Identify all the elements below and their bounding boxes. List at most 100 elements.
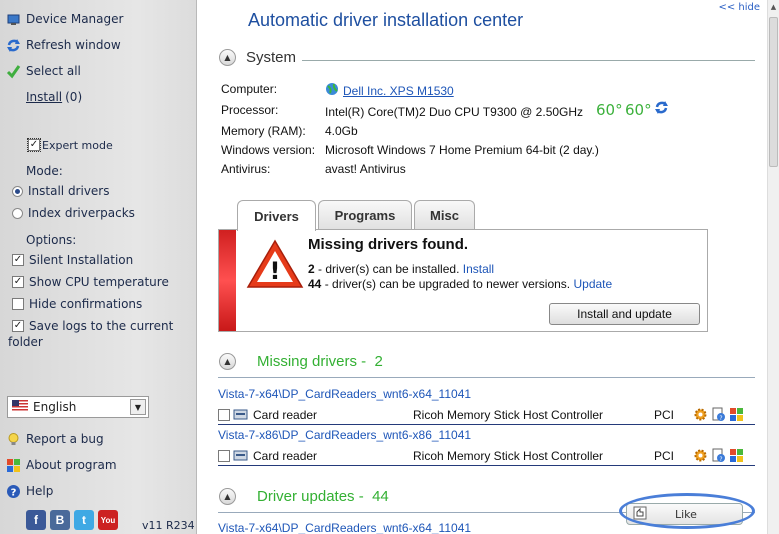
alert-title: Missing drivers found. xyxy=(308,236,469,253)
windows-logo-icon[interactable] xyxy=(729,407,744,422)
svg-text:!: ! xyxy=(270,257,281,285)
mode-install-radio[interactable]: Install drivers xyxy=(12,181,110,201)
opt-cpu-temp-label: Show CPU temperature xyxy=(29,275,169,289)
us-flag-icon xyxy=(12,400,28,414)
dropdown-arrow-icon[interactable]: ▼ xyxy=(130,399,146,415)
update-link-inline[interactable]: Update xyxy=(573,277,612,291)
like-button[interactable]: Like xyxy=(626,503,743,525)
vk-icon[interactable]: B xyxy=(50,510,70,530)
scrollbar[interactable]: ▲ xyxy=(767,0,779,534)
system-collapse-button[interactable]: ▲ xyxy=(219,49,236,66)
update-count-value: 44 xyxy=(308,277,322,291)
computer-value-link[interactable]: Dell Inc. XPS M1530 xyxy=(343,84,454,98)
like-thumb-icon xyxy=(633,506,647,523)
update-text: - driver(s) can be upgraded to newer ver… xyxy=(321,277,574,291)
opt-hide-conf-check[interactable] xyxy=(12,298,24,310)
scrollbar-thumb[interactable] xyxy=(769,17,778,167)
info-doc-icon[interactable]: ? xyxy=(711,448,726,463)
expert-mode-checkbox[interactable]: ✓ Expert mode xyxy=(27,135,113,155)
refresh-temp-icon[interactable] xyxy=(654,100,669,118)
install-and-update-button[interactable]: Install and update xyxy=(549,303,700,325)
opt-silent-check[interactable]: ✓ xyxy=(12,254,24,266)
tab-drivers[interactable]: Drivers xyxy=(237,200,316,231)
select-all-link[interactable]: Select all xyxy=(6,61,81,81)
tab-programs[interactable]: Programs xyxy=(318,200,412,230)
driver-path-link[interactable]: Vista-7-x64\DP_CardReaders_wnt6-x64_1104… xyxy=(218,387,471,401)
windows-logo-icon xyxy=(6,458,21,473)
driver-bus: PCI xyxy=(654,449,675,463)
alert-line-install: 2 - driver(s) can be installed. Install xyxy=(308,262,494,276)
report-bug-link[interactable]: Report a bug xyxy=(6,429,104,449)
gear-icon[interactable] xyxy=(693,407,708,422)
mode-label: Mode: xyxy=(26,164,63,178)
card-reader-icon xyxy=(233,449,248,465)
info-doc-icon[interactable]: ? xyxy=(711,407,726,422)
main-panel: Automatic driver installation center << … xyxy=(198,0,767,534)
updates-collapse-button[interactable]: ▲ xyxy=(219,488,236,505)
missing-heading: Missing drivers - 2 xyxy=(257,353,383,370)
refresh-window-label: Refresh window xyxy=(26,38,121,52)
driver-device: Ricoh Memory Stick Host Controller xyxy=(413,408,604,422)
opt-save-logs-check[interactable]: ✓ xyxy=(12,320,24,332)
windows-value: Microsoft Windows 7 Home Premium 64-bit … xyxy=(325,143,599,157)
device-manager-link[interactable]: Device Manager xyxy=(6,9,123,29)
expert-mode-label: Expert mode xyxy=(42,138,113,152)
checkmark-icon xyxy=(6,64,21,79)
driver-type: Card reader xyxy=(253,408,318,422)
processor-label: Processor: xyxy=(221,103,279,117)
youtube-icon[interactable]: You xyxy=(98,510,118,530)
computer-value-row: Dell Inc. XPS M1530 xyxy=(325,82,454,99)
opt-save-logs-checkbox[interactable]: ✓ Save logs to the current xyxy=(12,316,173,336)
driver-path-link[interactable]: Vista-7-x64\DP_CardReaders_wnt6-x64_1104… xyxy=(218,521,471,534)
opt-cpu-temp-check[interactable]: ✓ xyxy=(12,276,24,288)
driver-row-checkbox[interactable] xyxy=(218,409,230,421)
opt-hide-conf-checkbox[interactable]: Hide confirmations xyxy=(12,294,142,314)
radio-selected[interactable] xyxy=(12,185,23,197)
svg-text:?: ? xyxy=(11,487,17,498)
page-title: Automatic driver installation center xyxy=(248,10,524,30)
install-link-inline[interactable]: Install xyxy=(463,262,494,276)
gear-icon[interactable] xyxy=(693,448,708,463)
antivirus-label: Antivirus: xyxy=(221,162,271,176)
options-label: Options: xyxy=(26,233,77,247)
memory-label: Memory (RAM): xyxy=(221,124,306,138)
processor-value: Intel(R) Core(TM)2 Duo CPU T9300 @ 2.50G… xyxy=(325,105,584,119)
version-label: v11 R234 xyxy=(142,519,195,532)
like-label: Like xyxy=(675,507,697,521)
about-link[interactable]: About program xyxy=(6,455,117,475)
install-link[interactable]: Install (0) xyxy=(26,87,82,107)
driver-path-link[interactable]: Vista-7-x86\DP_CardReaders_wnt6-x86_1104… xyxy=(218,428,471,442)
tab-misc[interactable]: Misc xyxy=(414,200,475,230)
opt-silent-checkbox[interactable]: ✓ Silent Installation xyxy=(12,250,133,270)
mode-index-label: Index driverpacks xyxy=(28,206,135,220)
opt-cpu-temp-checkbox[interactable]: ✓ Show CPU temperature xyxy=(12,272,169,292)
opt-save-logs-label-cont: folder xyxy=(8,335,43,349)
memory-value: 4.0Gb xyxy=(325,124,358,138)
svg-text:?: ? xyxy=(719,456,722,463)
mode-index-radio[interactable]: Index driverpacks xyxy=(12,203,135,223)
driver-row-checkbox[interactable] xyxy=(218,450,230,462)
twitter-icon[interactable]: t xyxy=(74,510,94,530)
missing-heading-text: Missing drivers - xyxy=(257,353,367,370)
refresh-window-link[interactable]: Refresh window xyxy=(6,35,121,55)
expert-mode-check[interactable]: ✓ xyxy=(27,138,41,152)
hide-link[interactable]: << hide xyxy=(718,2,760,13)
radio-unselected[interactable] xyxy=(12,207,23,219)
help-link[interactable]: ? Help xyxy=(6,481,53,501)
cpu-temp-1: 60° xyxy=(596,101,623,119)
install-text: - driver(s) can be installed. xyxy=(314,262,463,276)
driver-device: Ricoh Memory Stick Host Controller xyxy=(413,449,604,463)
report-bug-label: Report a bug xyxy=(26,432,104,446)
about-label: About program xyxy=(26,458,117,472)
missing-collapse-button[interactable]: ▲ xyxy=(219,353,236,370)
help-label: Help xyxy=(26,484,54,498)
scroll-up-arrow-icon[interactable]: ▲ xyxy=(769,3,778,13)
mode-install-label: Install drivers xyxy=(28,184,110,198)
facebook-icon[interactable]: f xyxy=(26,510,46,530)
updates-count: 44 xyxy=(372,488,389,505)
opt-save-logs-label: Save logs to the current xyxy=(29,319,174,333)
opt-silent-label: Silent Installation xyxy=(29,253,134,267)
system-divider xyxy=(302,60,755,61)
language-select[interactable]: English ▼ xyxy=(7,396,149,418)
windows-logo-icon[interactable] xyxy=(729,448,744,463)
